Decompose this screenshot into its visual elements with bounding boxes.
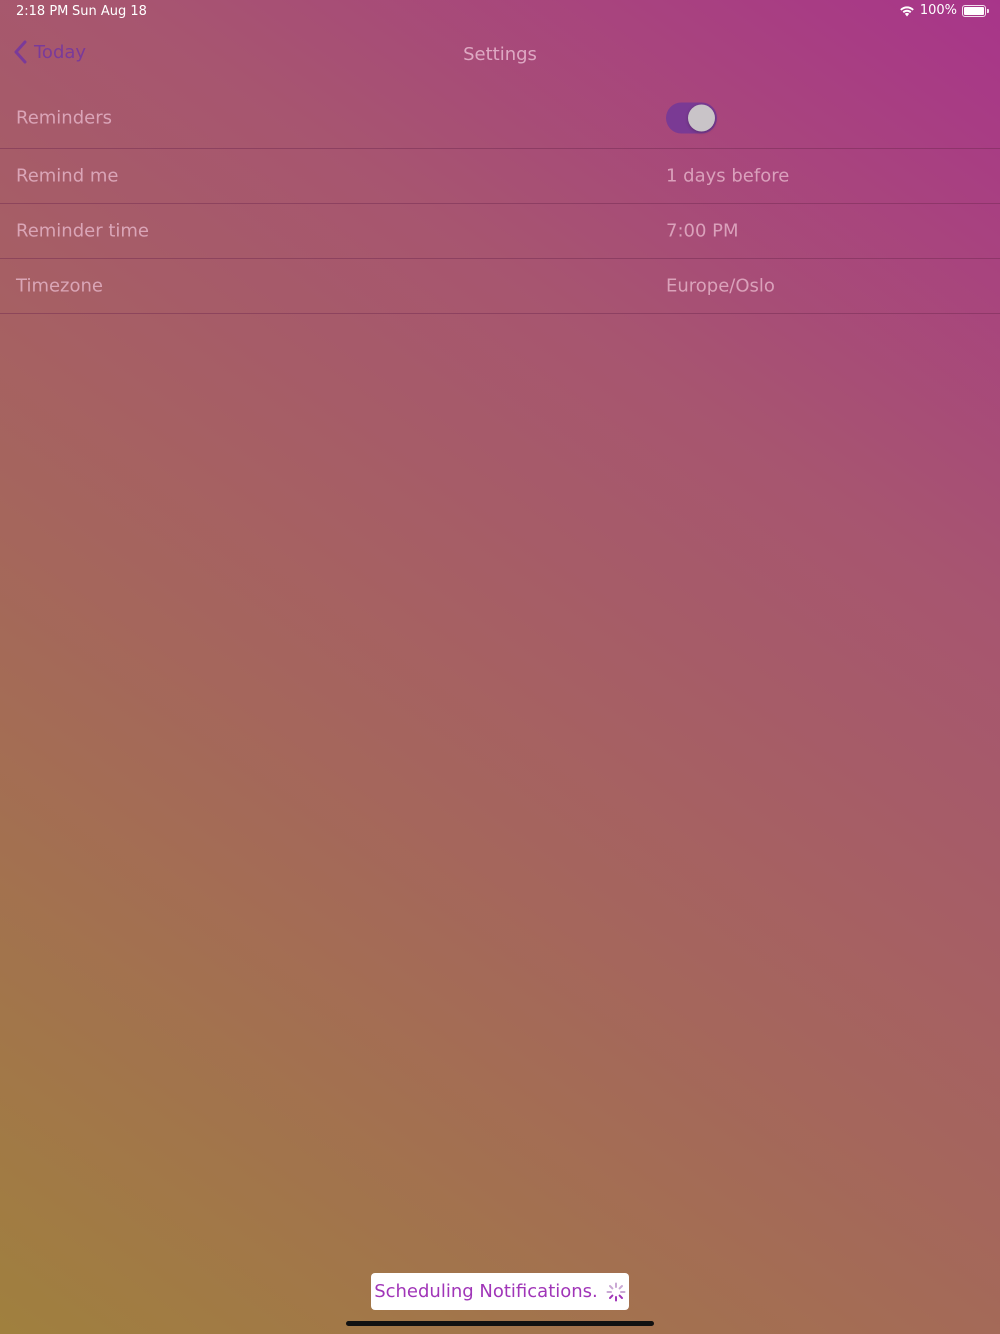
reminders-toggle[interactable] (666, 102, 717, 134)
status-date: Sun Aug 18 (72, 4, 147, 19)
reminder-time-value[interactable]: 7:00 PM (666, 221, 739, 242)
wifi-icon (899, 5, 915, 17)
home-indicator[interactable] (346, 1321, 654, 1326)
status-bar: 2:18 PM Sun Aug 18 100% (0, 0, 1000, 24)
page-title: Settings (463, 44, 537, 65)
battery-percent: 100% (919, 3, 957, 18)
toggle-knob (688, 104, 715, 132)
toast-message: Scheduling Notifications. (374, 1281, 598, 1302)
remind-me-value[interactable]: 1 days before (666, 166, 789, 187)
reminders-label: Reminders (16, 107, 112, 129)
status-indicators: 100% (899, 3, 989, 18)
battery-icon (962, 4, 989, 17)
scheduling-toast: Scheduling Notifications. (371, 1273, 629, 1310)
status-time: 2:18 PM (16, 4, 69, 19)
navigation-bar: Today Settings (0, 30, 1000, 80)
timezone-row[interactable]: Timezone Europe/Oslo (0, 259, 1000, 314)
reminder-time-label: Reminder time (16, 220, 150, 242)
reminders-row: Reminders (0, 88, 1000, 149)
spinner-icon (606, 1282, 626, 1302)
remind-me-row[interactable]: Remind me 1 days before (0, 149, 1000, 204)
settings-list: Reminders Remind me 1 days before Remind… (0, 88, 1000, 314)
timezone-value[interactable]: Europe/Oslo (666, 276, 775, 297)
reminder-time-row[interactable]: Reminder time 7:00 PM (0, 204, 1000, 259)
remind-me-label: Remind me (16, 165, 119, 187)
timezone-label: Timezone (16, 275, 103, 297)
